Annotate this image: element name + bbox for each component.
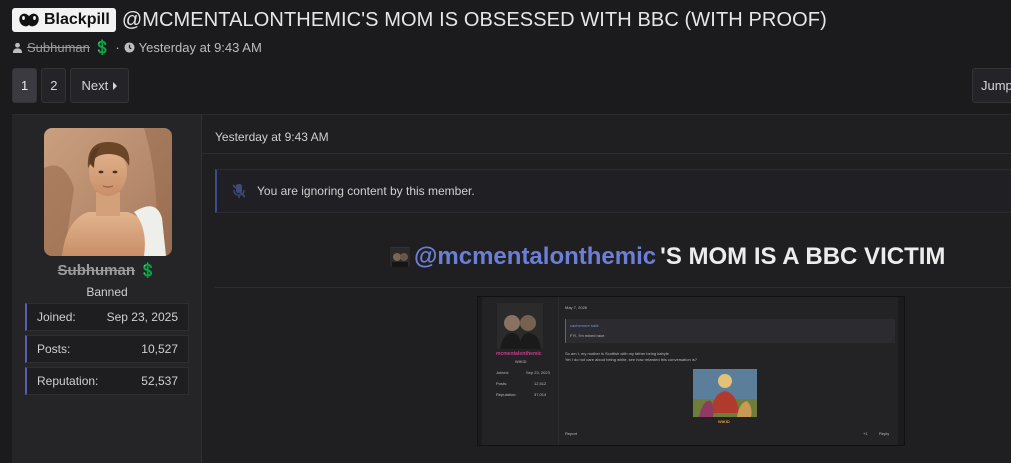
embedded-screenshot[interactable]: mcmentalonthemic WIKID Joined: Sep 23, 2… — [477, 296, 905, 446]
user-badge: 💲 — [139, 262, 157, 278]
meta-separator: · — [115, 39, 120, 55]
embedded-stat-label: Posts: — [496, 381, 508, 386]
stat-posts: Posts: 10,527 — [25, 335, 189, 363]
embedded-username: mcmentalonthemic — [496, 351, 542, 357]
user-icon — [12, 42, 23, 53]
stat-value: 52,537 — [141, 374, 178, 388]
embedded-post-body: May 7, 2026 cachemore said: FYI, I'm mix… — [558, 297, 898, 445]
embedded-line: Yet I do not care about being white, see… — [565, 357, 697, 362]
avatar[interactable] — [44, 128, 172, 256]
page-title: @MCMENTALONTHEMIC'S MOM IS OBSESSED WITH… — [121, 8, 827, 31]
post-headline: @mcmentalonthemic 'S MOM IS A BBC VICTIM — [390, 243, 945, 271]
mention-avatar — [390, 247, 410, 267]
post-content: Yesterday at 9:43 AM You are ignoring co… — [202, 115, 1011, 463]
embedded-quote-author: cachemore said: — [570, 323, 600, 328]
stat-label: Reputation: — [37, 374, 99, 388]
post-date-link[interactable]: Yesterday at 9:43 AM — [215, 130, 329, 144]
stat-value: Sep 23, 2025 — [106, 310, 178, 324]
blackpill-icon — [19, 13, 39, 27]
headline-text: 'S MOM IS A BBC VICTIM — [660, 243, 946, 270]
post-username-row: Subhuman 💲 — [12, 262, 202, 279]
thread-timestamp-link[interactable]: Yesterday at 9:43 AM — [139, 40, 262, 55]
embedded-reaction: +1 — [863, 431, 868, 436]
embedded-stat-label: Joined: — [496, 370, 509, 375]
divider — [202, 153, 1011, 154]
embedded-painting — [693, 369, 757, 417]
embedded-date: May 7, 2026 — [565, 305, 588, 310]
author-badge: 💲 — [93, 38, 112, 55]
post: Subhuman 💲 Banned Joined: Sep 23, 2025 P… — [12, 114, 1011, 463]
pagination: 1 2 Next — [12, 68, 130, 103]
chevron-right-icon — [113, 81, 118, 90]
next-label: Next — [81, 78, 109, 93]
next-page-button[interactable]: Next — [70, 68, 130, 103]
embedded-reply-link: Reply — [879, 431, 890, 436]
ignore-notice-text: You are ignoring content by this member. — [257, 184, 475, 198]
embedded-stat-value: Sep 23, 2023 — [526, 370, 550, 375]
user-mention-link[interactable]: @mcmentalonthemic — [414, 243, 656, 271]
embedded-sig: WIKID — [718, 419, 730, 424]
thread-title-row: Blackpill @MCMENTALONTHEMIC'S MOM IS OBS… — [12, 6, 1011, 34]
embedded-stat-value: 12,512 — [534, 381, 547, 386]
embedded-user-title: WIKID — [515, 359, 527, 364]
prefix-badge[interactable]: Blackpill — [12, 8, 116, 32]
page-2-button[interactable]: 2 — [41, 68, 67, 103]
stat-joined: Joined: Sep 23, 2025 — [25, 303, 189, 331]
stat-value: 10,527 — [141, 342, 178, 356]
thread-author-link[interactable]: Subhuman — [27, 40, 90, 55]
stat-label: Joined: — [37, 310, 76, 324]
post-user-cell: Subhuman 💲 Banned Joined: Sep 23, 2025 P… — [12, 115, 202, 463]
muted-icon — [232, 184, 246, 198]
jump-button[interactable]: Jump — [972, 68, 1011, 103]
post-username-link[interactable]: Subhuman — [58, 262, 136, 279]
stat-label: Posts: — [37, 342, 71, 356]
embedded-stat-label: Reputation: — [496, 392, 517, 397]
page-1-button[interactable]: 1 — [12, 68, 38, 103]
thread-meta: Subhuman 💲 · Yesterday at 9:43 AM — [12, 38, 262, 56]
stat-reputation: Reputation: 52,537 — [25, 367, 189, 395]
user-title: Banned — [86, 285, 128, 299]
embedded-report-link: Report — [565, 431, 578, 436]
divider — [215, 287, 1011, 288]
clock-icon — [124, 41, 135, 53]
embedded-quote-text: FYI, I'm mixed race. — [570, 333, 606, 338]
embedded-quote: cachemore said: FYI, I'm mixed race. — [565, 319, 895, 343]
embedded-stat-value: 37,014 — [534, 392, 547, 397]
embedded-line: So am I, my mother is Scottish with my f… — [565, 351, 669, 356]
ignore-notice[interactable]: You are ignoring content by this member. — [215, 169, 1011, 213]
embedded-user-cell: mcmentalonthemic WIKID Joined: Sep 23, 2… — [482, 297, 558, 445]
embedded-avatar — [497, 303, 543, 349]
prefix-label: Blackpill — [44, 11, 110, 28]
